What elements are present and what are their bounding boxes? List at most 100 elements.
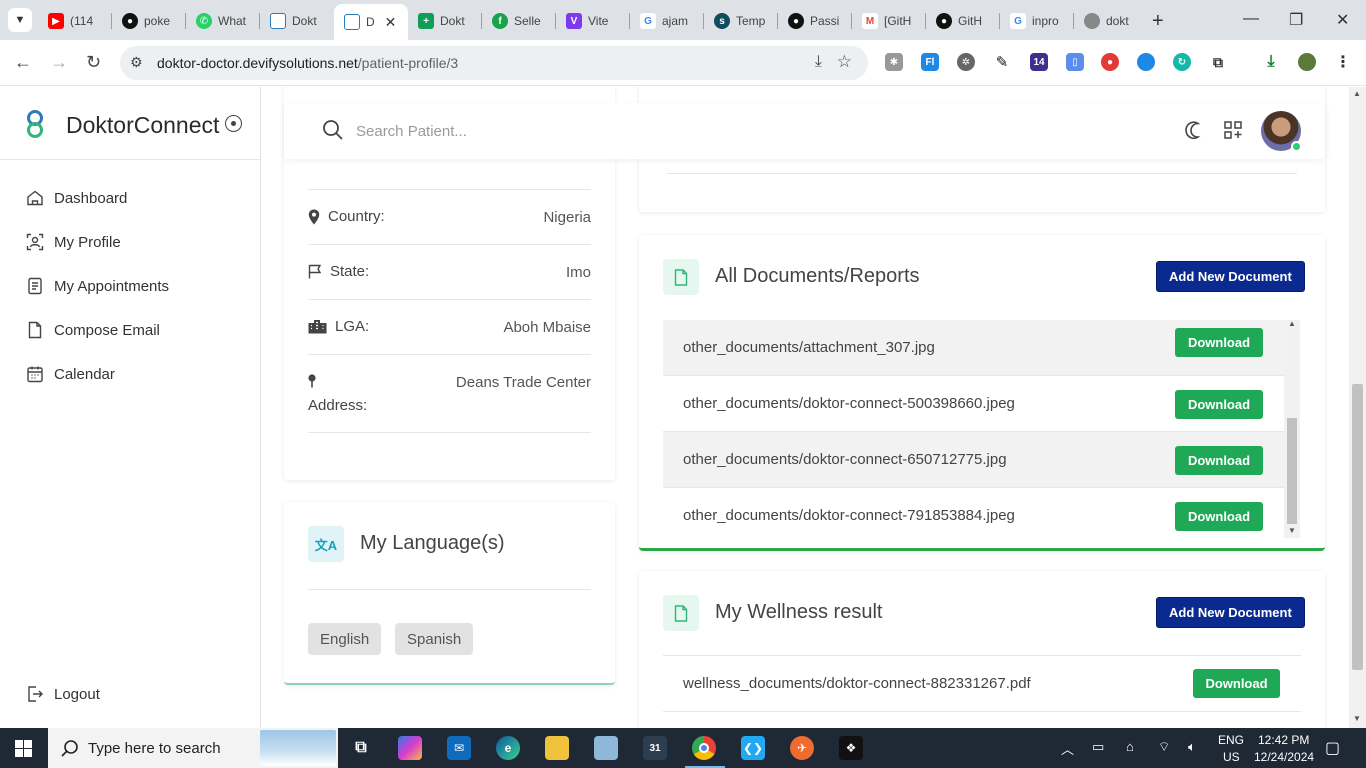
input-region[interactable]: US xyxy=(1223,750,1240,764)
user-avatar[interactable] xyxy=(1261,111,1302,152)
extension-icon[interactable]: 14 xyxy=(1030,53,1048,71)
extension-icon[interactable] xyxy=(1137,53,1155,71)
moon-icon[interactable] xyxy=(1184,120,1204,140)
add-new-document-button[interactable]: Add New Document xyxy=(1156,597,1305,628)
terminal-app-icon[interactable]: ❖ xyxy=(839,736,863,760)
clock-time[interactable]: 12:42 PM xyxy=(1258,733,1309,747)
extension-icon[interactable]: ● xyxy=(1101,53,1119,71)
brand: DoktorConnect xyxy=(0,87,260,160)
scroll-up-arrow-icon[interactable]: ▲ xyxy=(1288,319,1296,328)
sidebar-item-calendar[interactable]: Calendar xyxy=(26,365,115,383)
url-text[interactable]: doktor-doctor.devifysolutions.net/patien… xyxy=(157,55,458,71)
browser-tab-11[interactable]: ● Passi xyxy=(778,8,852,34)
download-button[interactable]: Download xyxy=(1175,446,1263,475)
extension-icon[interactable]: ▯ xyxy=(1066,53,1084,71)
download-icon[interactable]: ⤓ xyxy=(815,53,822,71)
sidebar-item-logout[interactable]: Logout xyxy=(26,685,100,703)
task-view-icon[interactable]: ⧉ xyxy=(349,736,373,760)
notification-icon[interactable]: ▢ xyxy=(1325,738,1340,758)
online-status-dot xyxy=(1291,141,1302,152)
bookmark-star-icon[interactable]: ☆ xyxy=(837,52,852,72)
search-patient-input[interactable] xyxy=(356,119,756,143)
extension-icon[interactable]: ↻ xyxy=(1173,53,1191,71)
battery-icon[interactable]: ▭ xyxy=(1092,739,1104,755)
taskbar-search-box[interactable]: Type here to search xyxy=(48,728,338,768)
notes-icon[interactable] xyxy=(594,736,618,760)
extensions-puzzle-icon[interactable]: ⧉ xyxy=(1209,53,1227,71)
device-icon[interactable]: ⌂ xyxy=(1126,739,1134,754)
sidebar-item-compose-email[interactable]: Compose Email xyxy=(26,321,160,339)
browser-tab-14[interactable]: G inpro xyxy=(1000,8,1074,34)
sidebar-item-label: My Profile xyxy=(54,233,121,251)
address-bar[interactable]: ⚙ doktor-doctor.devifysolutions.net/pati… xyxy=(120,46,868,80)
browser-tab-13[interactable]: ● GitH xyxy=(926,8,1000,34)
eyedropper-icon[interactable]: ✎ xyxy=(993,53,1011,71)
sidebar-item-my-appointments[interactable]: My Appointments xyxy=(26,277,169,295)
browser-tab-8[interactable]: V Vite xyxy=(556,8,630,34)
sidebar-toggle-icon[interactable] xyxy=(225,115,242,132)
windows-taskbar: Type here to search ⧉ ✉ e 31 ❮❯ ✈ ❖ ︿ ▭ … xyxy=(0,728,1366,768)
more-menu-icon[interactable]: ⋮ xyxy=(1334,53,1352,71)
browser-tab-12[interactable]: M [GitH xyxy=(852,8,926,34)
close-icon[interactable]: ✕ xyxy=(385,14,397,31)
forward-icon[interactable]: → xyxy=(50,52,68,73)
sidebar-item-dashboard[interactable]: Dashboard xyxy=(26,189,127,207)
tab-search-button[interactable]: ▼ xyxy=(8,8,32,32)
browser-tab-7[interactable]: f Selle xyxy=(482,8,556,34)
downloads-icon[interactable]: ⤓ xyxy=(1262,53,1280,71)
documents-scrollbar[interactable]: ▲ ▼ xyxy=(1284,319,1300,538)
add-new-document-button[interactable]: Add New Document xyxy=(1156,261,1305,292)
download-button[interactable]: Download xyxy=(1193,669,1280,698)
back-icon[interactable]: ← xyxy=(14,52,32,73)
volume-icon[interactable]: 🔈︎ xyxy=(1188,739,1196,755)
windows-start-icon[interactable] xyxy=(15,740,32,757)
edge-icon[interactable]: e xyxy=(496,736,520,760)
extension-icon[interactable]: Fl xyxy=(921,53,939,71)
browser-tab-active[interactable]: D ✕ xyxy=(334,4,408,40)
wifi-icon[interactable]: ⌔ xyxy=(1158,739,1170,755)
scrollbar-thumb[interactable] xyxy=(1352,384,1363,670)
browser-tab-10[interactable]: s Temp xyxy=(704,8,778,34)
postman-icon[interactable]: ✈ xyxy=(790,736,814,760)
browser-tab-6[interactable]: + Dokt xyxy=(408,8,482,34)
info-row-lga: LGA: Aboh Mbaise xyxy=(308,300,591,355)
reload-icon[interactable]: ↻ xyxy=(86,52,101,73)
scroll-up-arrow-icon[interactable]: ▲ xyxy=(1353,89,1361,98)
window-close-icon[interactable]: ✕ xyxy=(1336,10,1349,30)
download-button[interactable]: Download xyxy=(1175,502,1263,531)
site-info-icon[interactable]: ⚙ xyxy=(130,54,143,71)
vscode-icon[interactable]: ❮❯ xyxy=(741,736,765,760)
apps-grid-icon[interactable] xyxy=(1224,121,1242,139)
bug-extension-icon[interactable]: ✲ xyxy=(957,53,975,71)
profile-avatar[interactable] xyxy=(1298,53,1316,71)
clock-date[interactable]: 12/24/2024 xyxy=(1254,750,1314,764)
input-language[interactable]: ENG xyxy=(1218,733,1244,747)
browser-tab-4[interactable]: Dokt xyxy=(260,8,334,34)
minimize-icon[interactable]: — xyxy=(1243,10,1259,28)
file-explorer-icon[interactable] xyxy=(545,736,569,760)
browser-tab-2[interactable]: ● poke xyxy=(112,8,186,34)
brand-name: DoktorConnect xyxy=(66,112,220,138)
copilot-icon[interactable] xyxy=(398,736,422,760)
pushpin-icon xyxy=(308,374,316,388)
scroll-down-arrow-icon[interactable]: ▼ xyxy=(1288,526,1296,535)
browser-tab-3[interactable]: ✆ What xyxy=(186,8,260,34)
tray-chevron-icon[interactable]: ︿ xyxy=(1061,739,1074,758)
vite-icon: V xyxy=(566,13,582,29)
browser-tab-1[interactable]: ▶ (114 xyxy=(38,8,112,34)
browser-tab-15[interactable]: dokt xyxy=(1074,8,1148,34)
new-tab-button[interactable]: + xyxy=(1152,10,1164,33)
extension-icon[interactable]: ✱ xyxy=(885,53,903,71)
browser-tab-9[interactable]: G ajam xyxy=(630,8,704,34)
sidebar-item-my-profile[interactable]: My Profile xyxy=(26,233,121,251)
scrollbar-thumb[interactable] xyxy=(1287,418,1297,524)
mail-icon[interactable]: ✉ xyxy=(447,736,471,760)
calendar-app-icon[interactable]: 31 xyxy=(643,736,667,760)
download-button[interactable]: Download xyxy=(1175,328,1263,357)
page-scrollbar[interactable]: ▲ ▼ xyxy=(1349,87,1366,728)
restore-icon[interactable]: ❐ xyxy=(1289,10,1303,30)
doktor-icon xyxy=(270,13,286,29)
download-button[interactable]: Download xyxy=(1175,390,1263,419)
chrome-icon[interactable] xyxy=(692,736,716,760)
scroll-down-arrow-icon[interactable]: ▼ xyxy=(1353,714,1361,723)
